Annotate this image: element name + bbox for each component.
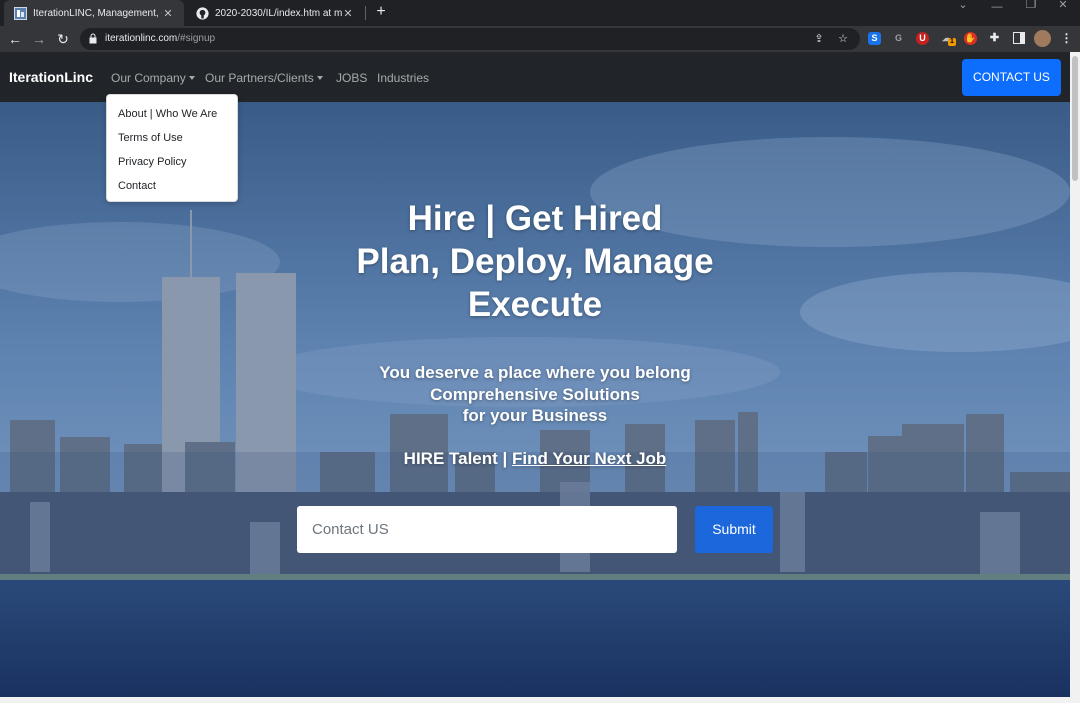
ublock-icon[interactable]: U [916, 32, 929, 45]
tab-iterationlinc[interactable]: IterationLINC, Management, Con ✕ [4, 0, 184, 26]
nav-our-partners[interactable]: Our Partners/Clients [205, 71, 323, 85]
back-arrow-icon[interactable]: ← [6, 30, 24, 48]
url-text: iterationlinc.com/#signup [105, 33, 215, 44]
contact-us-button[interactable]: CONTACT US [962, 59, 1061, 96]
nav-industries[interactable]: Industries [377, 71, 429, 85]
site-brand[interactable]: IterationLinc [9, 69, 93, 85]
hero-subtitle-1: You deserve a place where you belong [379, 363, 691, 382]
s-extension-icon[interactable]: S [868, 32, 881, 45]
hero-cta-line: HIRE Talent | Find Your Next Job [235, 448, 835, 469]
nav-label: Our Company [111, 71, 186, 85]
new-tab-plus-icon[interactable]: + [372, 3, 390, 21]
sidepanel-icon[interactable] [1012, 32, 1025, 45]
close-tab-icon[interactable]: ✕ [342, 7, 354, 20]
address-bar[interactable]: iterationlinc.com/#signup ⇪ ☆ [80, 28, 860, 50]
chevron-down-icon[interactable]: ⌄ [946, 0, 980, 26]
github-icon [196, 6, 209, 20]
dropdown-item-about[interactable]: About | Who We Are [107, 102, 237, 126]
url-host: iterationlinc.com [105, 33, 178, 44]
scrollbar-thumb[interactable] [1072, 56, 1078, 181]
browser-toolbar: ← → ↻ iterationlinc.com/#signup ⇪ ☆ S G … [0, 26, 1080, 52]
submit-button[interactable]: Submit [695, 506, 773, 553]
reload-icon[interactable]: ↻ [54, 30, 72, 48]
browser-tabstrip: IterationLINC, Management, Con ✕ 2020-20… [0, 0, 1080, 26]
tab-separator [365, 6, 366, 20]
hero-subtitle-2: Comprehensive Solutions [430, 385, 640, 404]
hero-subtitle-3: for your Business [462, 406, 608, 425]
close-tab-icon[interactable]: ✕ [162, 7, 174, 20]
menu-dots-icon[interactable]: ⋮ [1060, 32, 1073, 45]
forward-arrow-icon[interactable]: → [30, 30, 48, 48]
nav-jobs[interactable]: JOBS [336, 71, 367, 85]
hero-line-1: Hire | Get Hired [407, 199, 663, 238]
page-bottom-edge [0, 697, 1080, 703]
lock-icon [89, 33, 97, 44]
page-scrollbar[interactable] [1070, 52, 1080, 697]
tab-title: IterationLINC, Management, Con [33, 7, 162, 19]
find-job-link[interactable]: Find Your Next Job [512, 449, 666, 468]
tab-title: 2020-2030/IL/index.htm at main [215, 7, 342, 19]
tab-github[interactable]: 2020-2030/IL/index.htm at main ✕ [186, 0, 364, 26]
hero-line-2: Plan, Deploy, Manage [356, 242, 714, 281]
restore-icon[interactable]: ❐ [1014, 0, 1048, 25]
close-window-icon[interactable]: ✕ [1046, 0, 1080, 26]
dropdown-item-contact[interactable]: Contact [107, 174, 237, 198]
minimize-icon[interactable]: — [980, 2, 1014, 28]
our-company-dropdown: About | Who We Are Terms of Use Privacy … [106, 94, 238, 202]
dropdown-item-privacy[interactable]: Privacy Policy [107, 150, 237, 174]
site-favicon [14, 6, 27, 20]
extension-badge: 1 [948, 38, 956, 46]
share-icon[interactable]: ⇪ [812, 32, 826, 46]
nav-label: Our Partners/Clients [205, 71, 314, 85]
dropdown-item-terms[interactable]: Terms of Use [107, 126, 237, 150]
caret-down-icon [316, 76, 323, 80]
hire-talent-text[interactable]: HIRE Talent | [404, 449, 508, 468]
stop-hand-icon[interactable]: ✋ [964, 32, 977, 45]
page-viewport: IterationLinc Our Company Our Partners/C… [0, 52, 1070, 697]
hero-line-3: Execute [467, 285, 603, 324]
url-path: /#signup [177, 33, 216, 44]
puzzle-extensions-icon[interactable]: ✚ [988, 32, 1001, 45]
nav-our-company[interactable]: Our Company [111, 71, 195, 85]
star-icon[interactable]: ☆ [836, 32, 850, 46]
caret-down-icon [188, 76, 195, 80]
g-extension-icon[interactable]: G [892, 32, 905, 45]
contact-us-input[interactable] [297, 506, 677, 553]
cloud-extension-icon[interactable]: ☁ 1 [940, 32, 956, 46]
profile-avatar[interactable] [1034, 30, 1051, 47]
